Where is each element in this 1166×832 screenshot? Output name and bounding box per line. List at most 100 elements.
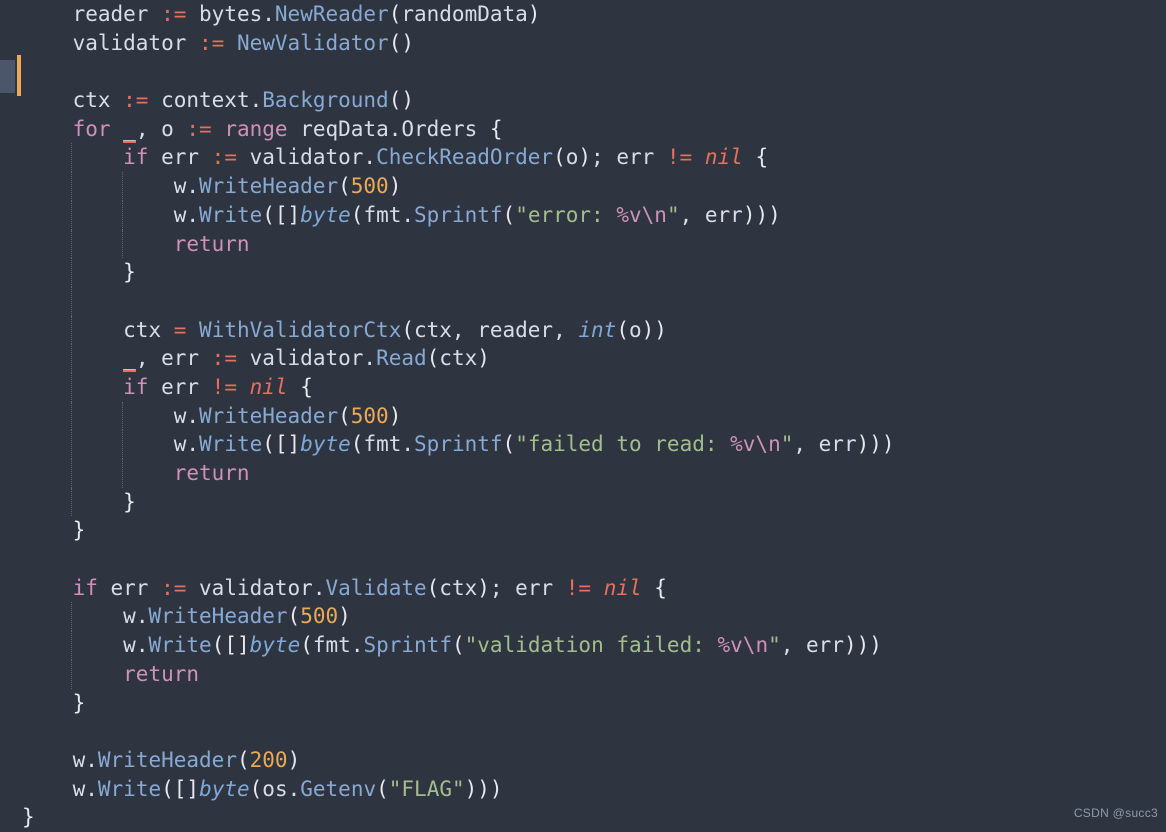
- code-token: .: [85, 776, 98, 801]
- code-line[interactable]: [0, 286, 1166, 316]
- code-token: w: [173, 174, 187, 199]
- indent-guide: [71, 315, 73, 345]
- code-token: randomData: [401, 2, 528, 26]
- code-line[interactable]: ctx = WithValidatorCtx(ctx, reader, int(…: [0, 315, 1166, 345]
- code-token: 500: [300, 604, 339, 629]
- code-token: os: [262, 776, 288, 801]
- code-line[interactable]: }: [0, 258, 1166, 287]
- code-token: (: [161, 776, 174, 801]
- code-token: (: [426, 575, 440, 600]
- code-token: .: [262, 2, 275, 26]
- code-token: (: [426, 346, 440, 371]
- code-token: )): [641, 317, 667, 342]
- code-token: NewValidator: [236, 30, 389, 55]
- code-token: {: [489, 116, 503, 141]
- code-line[interactable]: w.Write([]byte(fmt.Sprintf("failed to re…: [0, 430, 1166, 459]
- code-line[interactable]: _, err := validator.Read(ctx): [0, 344, 1166, 373]
- code-token: (: [249, 776, 263, 801]
- code-line[interactable]: w.Write([]byte(fmt.Sprintf("error: %v\n"…: [0, 200, 1166, 230]
- code-token: nil: [603, 575, 642, 600]
- code-token: return: [123, 661, 200, 686]
- code-token: :=: [211, 346, 237, 371]
- code-token: []: [224, 633, 250, 658]
- code-token: (: [616, 317, 629, 342]
- indent-guide: [71, 602, 73, 632]
- code-line[interactable]: reader := bytes.NewReader(randomData): [0, 0, 1166, 29]
- code-token: WithValidatorCtx: [199, 317, 402, 342]
- code-token: ; err: [489, 575, 566, 600]
- code-token: w: [123, 633, 136, 658]
- code-token: , err: [135, 346, 212, 371]
- code-line[interactable]: [0, 717, 1166, 746]
- indent-guide: [121, 172, 123, 201]
- code-token: (: [376, 776, 389, 801]
- code-line[interactable]: ctx := context.Background(): [0, 86, 1166, 115]
- code-content-area[interactable]: reader := bytes.NewReader(randomData) va…: [0, 0, 1166, 829]
- code-token: ctx: [439, 575, 478, 600]
- code-token: err: [148, 374, 212, 399]
- code-token: validator: [186, 575, 313, 600]
- code-editor-viewport[interactable]: reader := bytes.NewReader(randomData) va…: [0, 0, 1166, 829]
- code-token: }: [123, 260, 136, 285]
- code-token: byte: [300, 432, 351, 457]
- code-line[interactable]: if err := validator.Validate(ctx); err !…: [0, 574, 1166, 603]
- code-token: !=: [565, 575, 592, 600]
- code-line[interactable]: return: [0, 659, 1166, 689]
- code-line[interactable]: for _, o := range reqData.Orders {: [0, 115, 1166, 144]
- code-token: return: [173, 461, 250, 485]
- code-token: "FLAG": [388, 776, 465, 801]
- code-line[interactable]: w.WriteHeader(500): [0, 602, 1166, 632]
- code-line[interactable]: [0, 545, 1166, 574]
- code-token: ))): [843, 633, 882, 658]
- indent-guide: [71, 200, 73, 230]
- code-line[interactable]: return: [0, 459, 1166, 488]
- code-token: w: [123, 604, 136, 629]
- code-line[interactable]: }: [0, 803, 1166, 832]
- code-token: CheckReadOrder: [376, 145, 554, 170]
- code-token: (: [338, 174, 351, 199]
- code-line[interactable]: w.WriteHeader(200): [0, 746, 1166, 775]
- code-line[interactable]: [0, 57, 1166, 86]
- code-token: []: [274, 202, 301, 227]
- indent-guide: [71, 631, 73, 660]
- code-token: ctx: [439, 346, 478, 371]
- code-line[interactable]: }: [0, 689, 1166, 718]
- code-line[interactable]: if err := validator.CheckReadOrder(o); e…: [0, 143, 1166, 173]
- code-token: ctx, reader,: [414, 317, 579, 342]
- indent-guide: [71, 286, 73, 316]
- indent-guide: [121, 459, 123, 488]
- code-token: , err: [780, 633, 844, 658]
- code-token: (: [300, 633, 313, 658]
- code-token: (: [211, 633, 225, 658]
- indent-guide: [71, 372, 73, 402]
- code-line[interactable]: validator := NewValidator(): [0, 29, 1166, 58]
- code-token: (: [401, 317, 414, 342]
- code-line[interactable]: w.Write([]byte(fmt.Sprintf("validation f…: [0, 631, 1166, 660]
- code-line[interactable]: }: [0, 487, 1166, 517]
- code-line[interactable]: w.Write([]byte(os.Getenv("FLAG"))): [0, 775, 1166, 804]
- code-line[interactable]: }: [0, 516, 1166, 545]
- code-line[interactable]: return: [0, 229, 1166, 259]
- code-line[interactable]: if err != nil {: [0, 372, 1166, 402]
- code-token: !=: [211, 374, 237, 399]
- code-token: !=: [666, 145, 693, 170]
- code-token: "error:: [515, 202, 617, 227]
- code-token: ): [388, 403, 402, 428]
- code-line[interactable]: w.WriteHeader(500): [0, 401, 1166, 431]
- code-token: ): [287, 747, 301, 772]
- code-token: {: [654, 575, 667, 600]
- code-line[interactable]: w.WriteHeader(500): [0, 172, 1166, 201]
- code-token: byte: [249, 633, 301, 658]
